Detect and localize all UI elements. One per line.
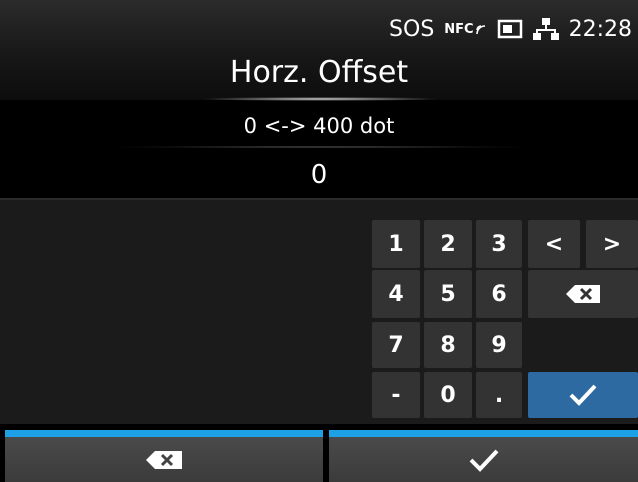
backspace-icon — [565, 284, 601, 304]
cancel-button[interactable] — [5, 437, 323, 482]
sd-card-icon — [497, 18, 523, 40]
key-1[interactable]: 1 — [372, 220, 420, 268]
backspace-icon — [145, 450, 183, 470]
key-dot[interactable]: . — [476, 372, 522, 418]
key-left[interactable]: < — [528, 220, 580, 268]
confirm-button[interactable] — [329, 437, 638, 482]
key-6[interactable]: 6 — [476, 270, 522, 318]
backspace-key[interactable] — [528, 270, 638, 318]
key-2[interactable]: 2 — [424, 220, 472, 268]
key-5[interactable]: 5 — [424, 270, 472, 318]
checkmark-icon — [468, 447, 500, 473]
key-4[interactable]: 4 — [372, 270, 420, 318]
range-label: 0 <-> 400 dot — [243, 114, 395, 138]
keypad-area: 1 2 3 < > 4 5 6 7 8 9 - 0 . — [0, 200, 638, 424]
header: SOS NFC 22:28 Horz. Offset — [0, 0, 638, 100]
right-accent-bar — [329, 430, 638, 437]
value-display[interactable]: 0 — [0, 156, 638, 194]
status-bar: SOS NFC 22:28 — [389, 14, 632, 44]
title-underline — [200, 97, 440, 101]
network-icon — [532, 17, 559, 41]
page-title: Horz. Offset — [229, 55, 409, 90]
clock: 22:28 — [568, 16, 632, 42]
key-0[interactable]: 0 — [424, 372, 472, 418]
enter-key[interactable] — [528, 372, 638, 418]
nfc-icon: NFC — [444, 22, 486, 37]
key-right[interactable]: > — [586, 220, 638, 268]
sos-indicator: SOS — [389, 16, 435, 42]
key-8[interactable]: 8 — [424, 322, 472, 368]
key-3[interactable]: 3 — [476, 220, 522, 268]
nfc-label: NFC — [444, 21, 474, 37]
key-7[interactable]: 7 — [372, 322, 420, 368]
key-minus[interactable]: - — [372, 372, 420, 418]
left-accent-bar — [5, 430, 323, 437]
checkmark-icon — [568, 383, 598, 407]
key-9[interactable]: 9 — [476, 322, 522, 368]
range-divider — [120, 146, 520, 148]
